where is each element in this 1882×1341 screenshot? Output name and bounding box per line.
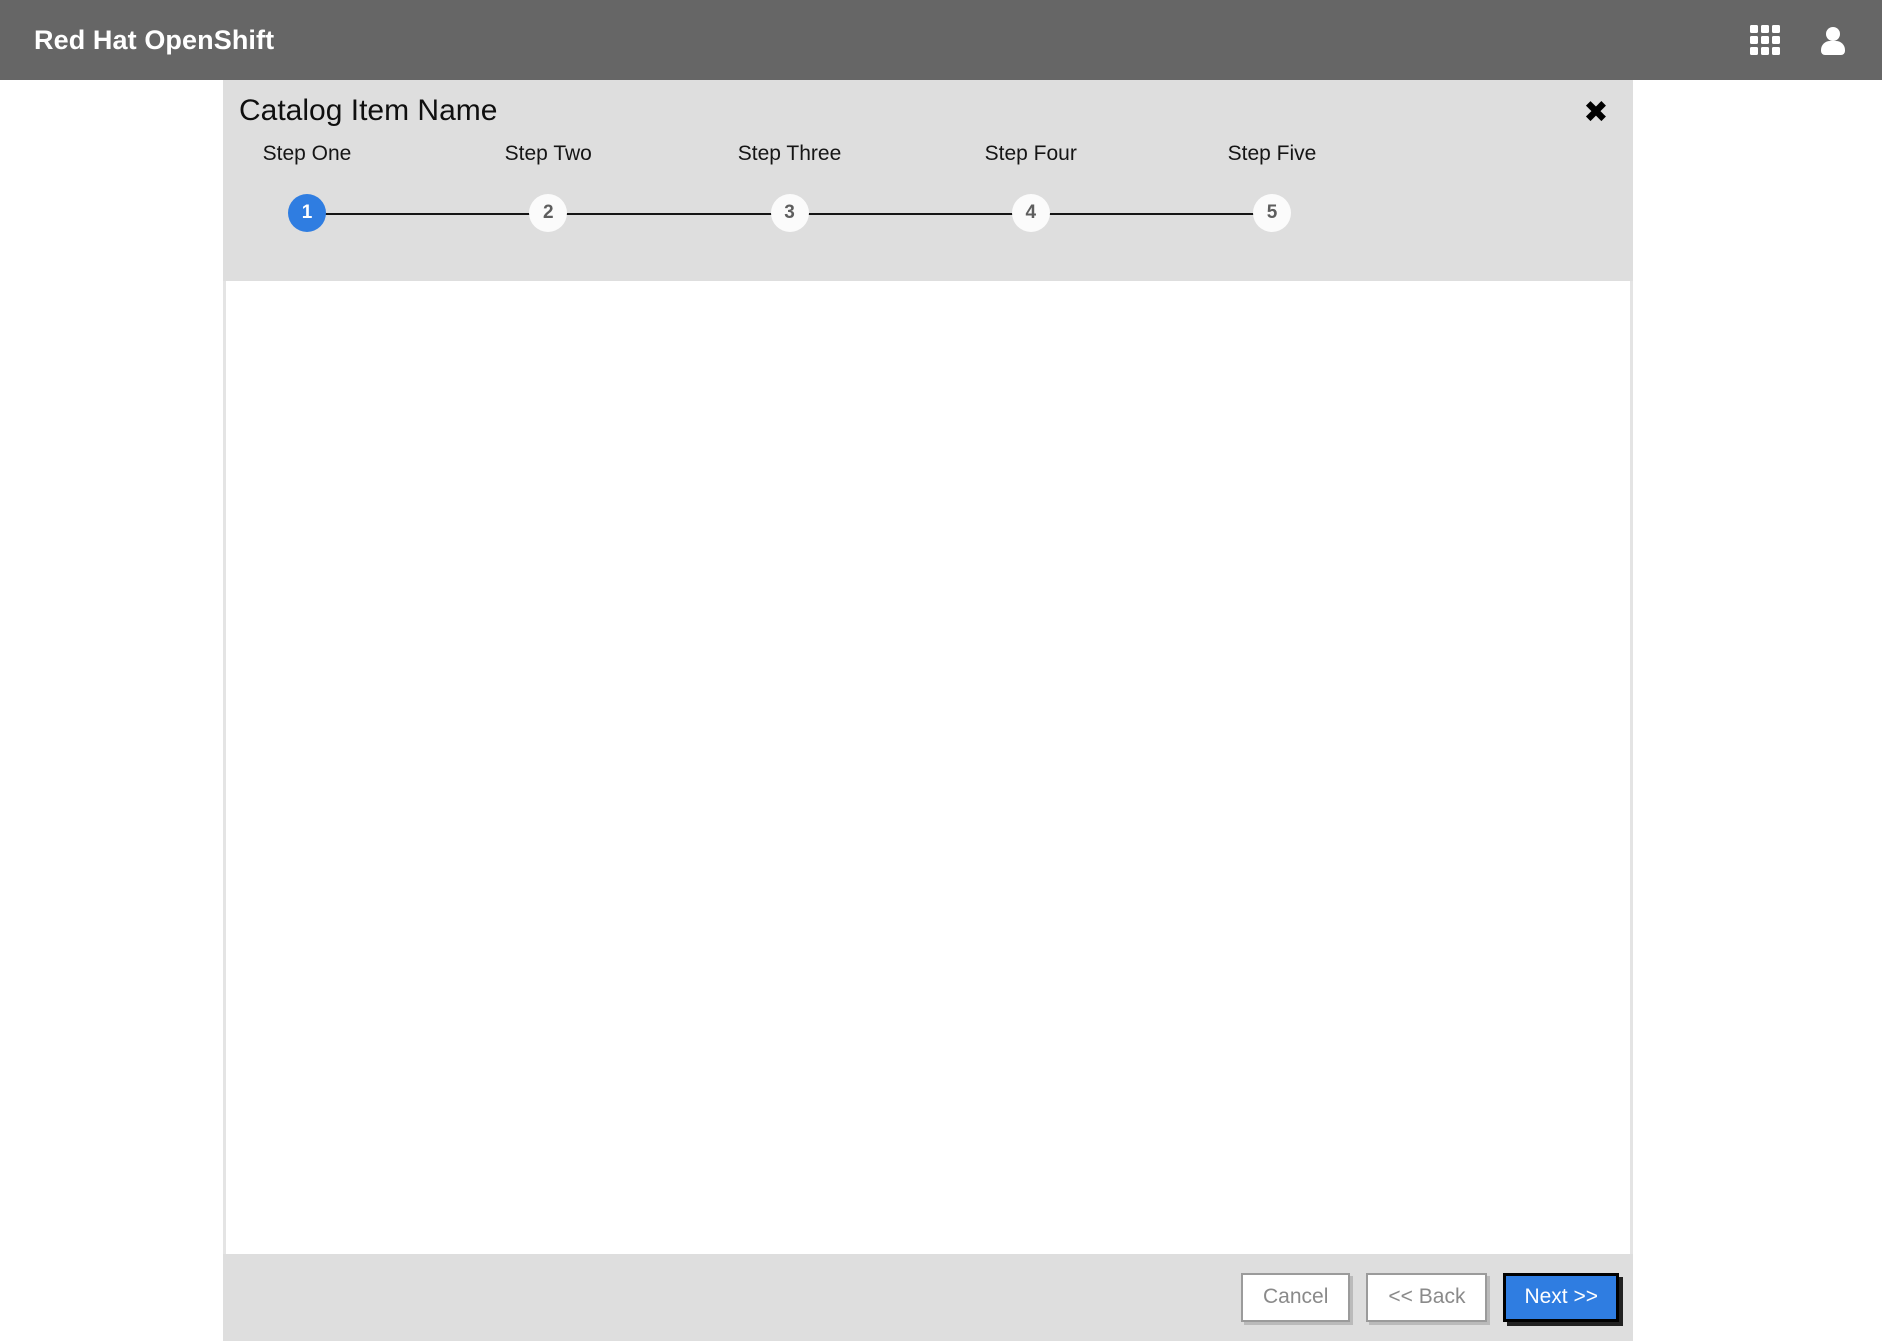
brand-title: Red Hat OpenShift bbox=[34, 24, 275, 55]
wizard-footer: Cancel << Back Next >> bbox=[223, 1254, 1633, 1341]
grid-cell bbox=[1750, 47, 1758, 55]
masthead-actions bbox=[1750, 25, 1848, 55]
wizard-step-label-1: Step One bbox=[262, 142, 352, 165]
avatar-body bbox=[1821, 41, 1845, 55]
app-launcher-grid-icon[interactable] bbox=[1750, 25, 1780, 55]
wizard-step-circle-3[interactable]: 3 bbox=[770, 194, 809, 232]
masthead: Red Hat OpenShift bbox=[0, 0, 1882, 80]
grid-cell bbox=[1761, 47, 1769, 55]
next-button[interactable]: Next >> bbox=[1503, 1273, 1619, 1322]
avatar-head bbox=[1826, 27, 1840, 41]
wizard-step-circle-5[interactable]: 5 bbox=[1253, 194, 1291, 232]
wizard-step-connector bbox=[548, 213, 790, 215]
wizard-step-circle-1[interactable]: 1 bbox=[288, 194, 326, 232]
close-icon[interactable]: ✖ bbox=[1579, 96, 1613, 130]
wizard-header: Catalog Item Name ✖ Step One Step Two Step… bbox=[223, 80, 1633, 281]
back-button[interactable]: << Back bbox=[1366, 1273, 1488, 1322]
grid-cell bbox=[1750, 25, 1758, 33]
wizard-step-connector bbox=[789, 213, 1031, 215]
wizard-step-label-5: Step Five bbox=[1227, 142, 1317, 165]
wizard-step-connector bbox=[307, 213, 549, 215]
wizard-dialog: Catalog Item Name ✖ Step One Step Two Step… bbox=[223, 80, 1633, 1341]
wizard-body bbox=[223, 281, 1633, 1254]
grid-cell bbox=[1772, 47, 1780, 55]
wizard-step-label-2: Step Two bbox=[504, 142, 592, 165]
page-title: Catalog Item Name bbox=[239, 94, 498, 127]
wizard-step-connector bbox=[1030, 213, 1272, 215]
wizard-step-label-4: Step Four bbox=[984, 142, 1077, 165]
wizard-step-track: 1 2 3 4 5 bbox=[223, 192, 1633, 236]
grid-cell bbox=[1772, 25, 1780, 33]
user-avatar-icon[interactable] bbox=[1818, 25, 1848, 55]
grid-cell bbox=[1772, 36, 1780, 44]
grid-cell bbox=[1750, 36, 1758, 44]
wizard-step-circle-2[interactable]: 2 bbox=[529, 194, 568, 232]
wizard-step-labels: Step One Step Two Step Three Step Four Step … bbox=[223, 142, 1633, 176]
wizard-step-indicator: Step One Step Two Step Three Step Four Step … bbox=[223, 142, 1633, 252]
cancel-button[interactable]: Cancel bbox=[1241, 1273, 1351, 1322]
wizard-step-label-3: Step Three bbox=[737, 142, 842, 165]
grid-cell bbox=[1761, 36, 1769, 44]
wizard-step-circle-4[interactable]: 4 bbox=[1011, 194, 1050, 232]
grid-cell bbox=[1761, 25, 1769, 33]
